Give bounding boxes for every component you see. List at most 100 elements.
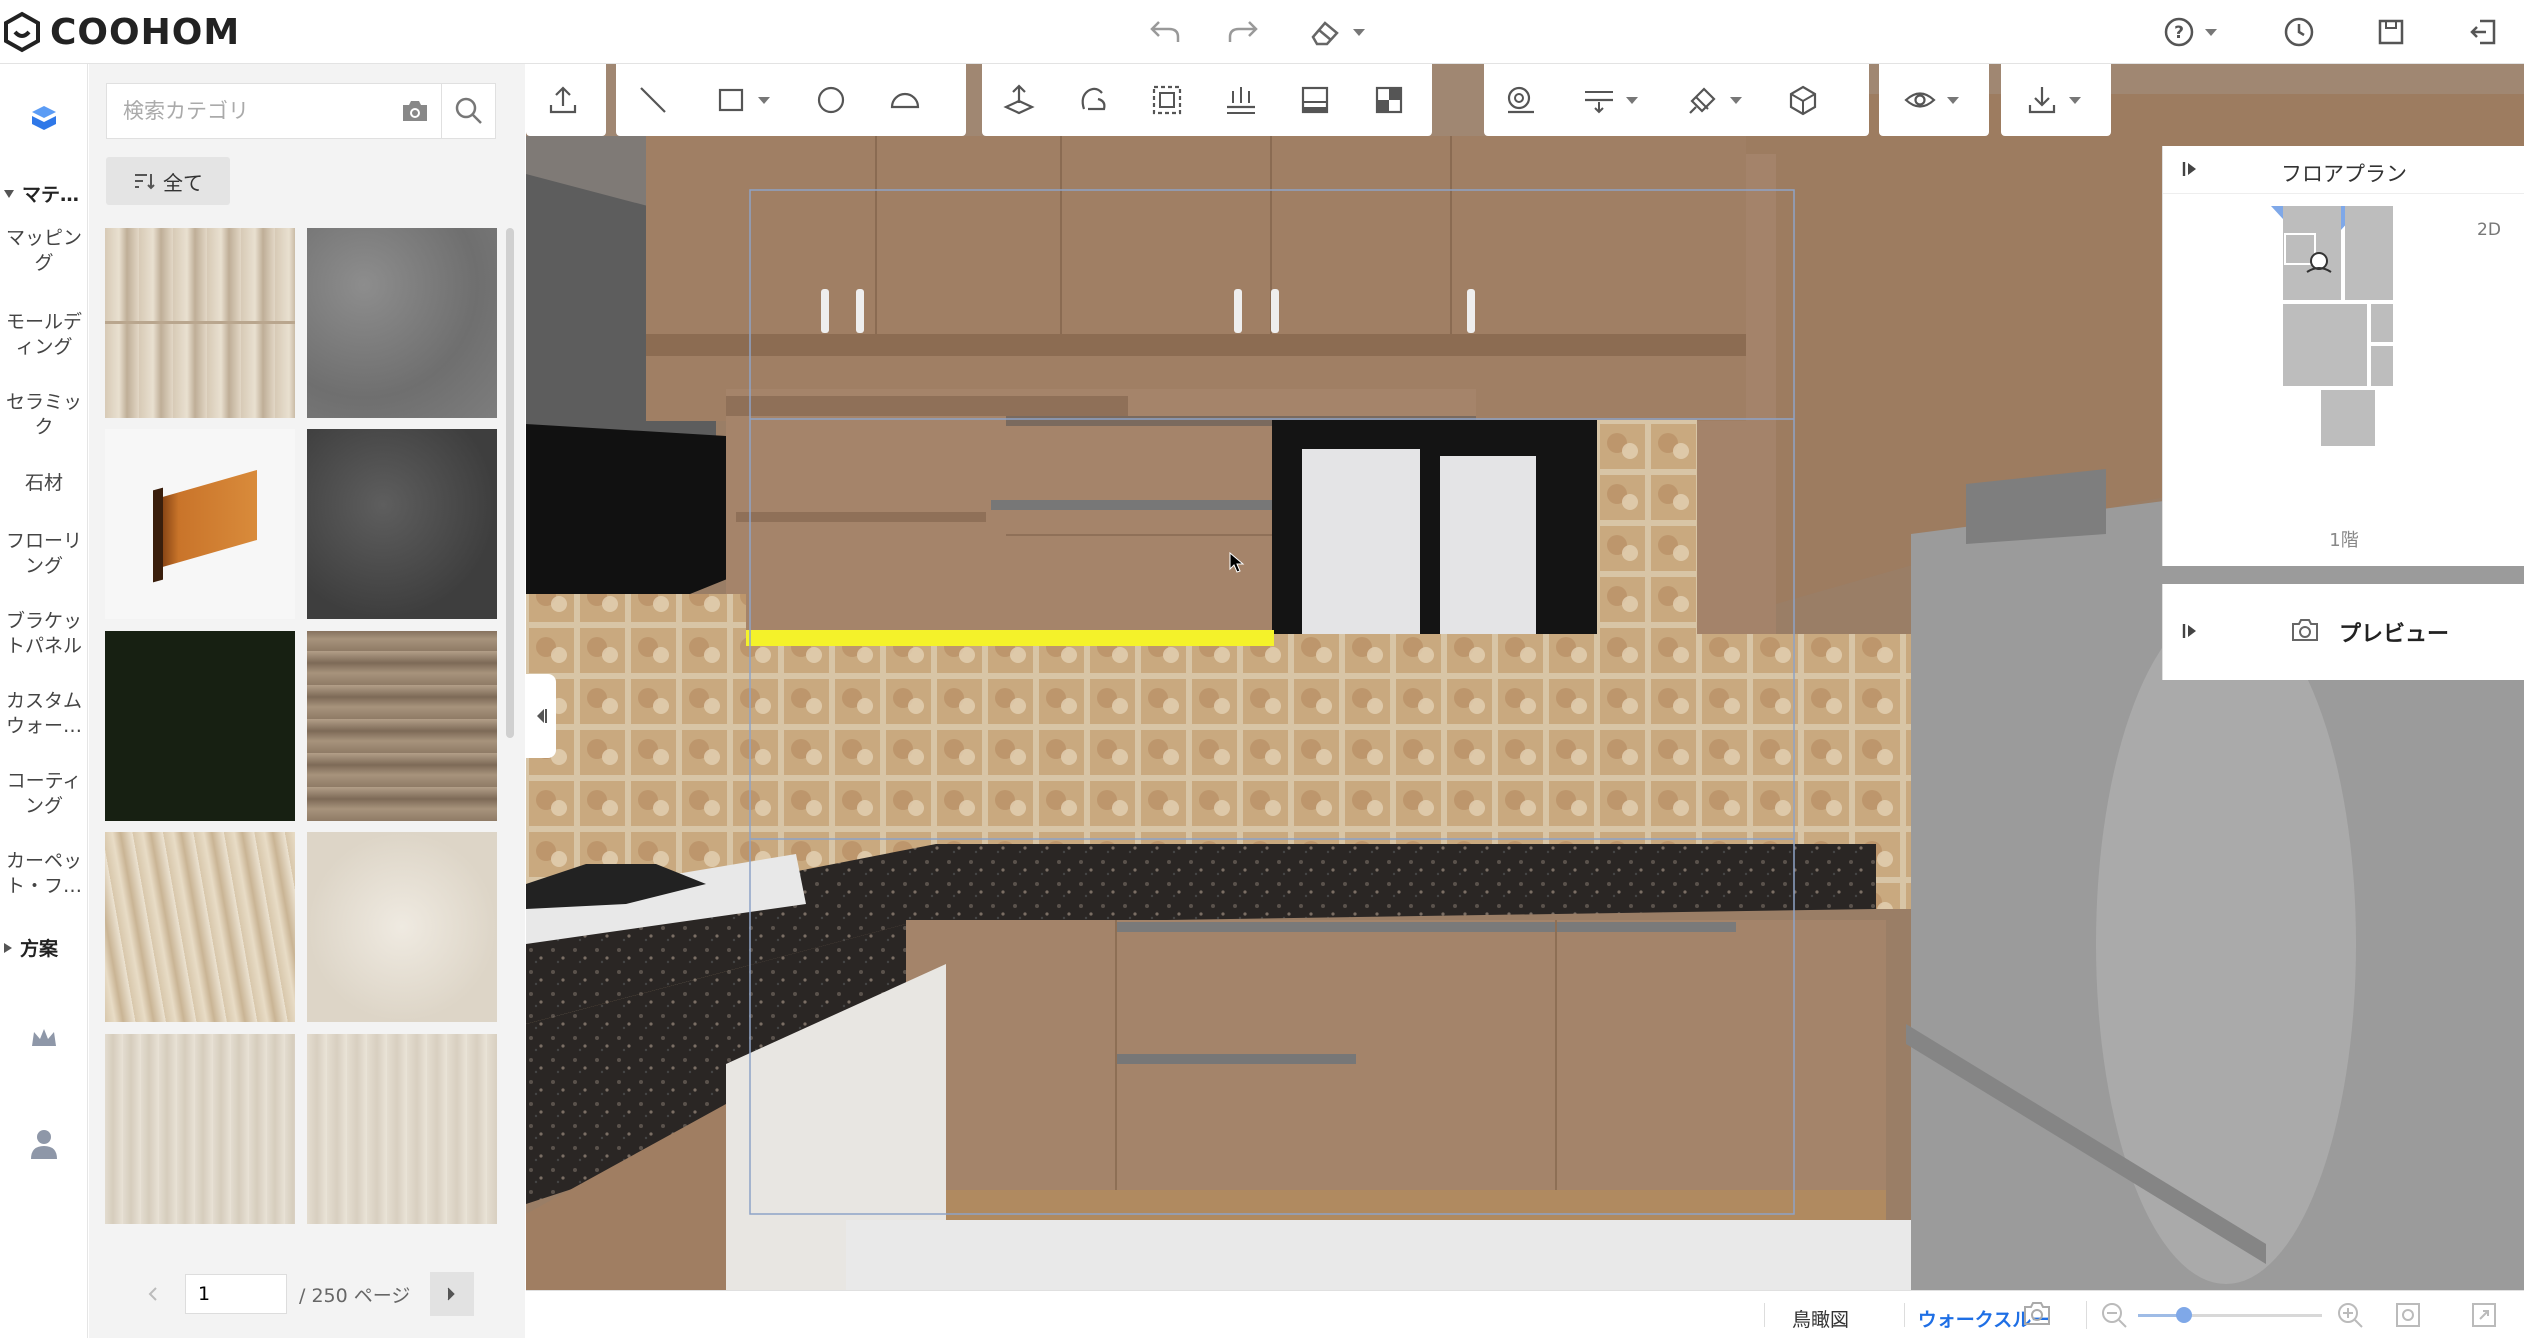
chevron-down-icon: [2069, 96, 2081, 104]
eye-icon[interactable]: [1891, 75, 1971, 125]
floorplan-header: フロアプラン: [2163, 146, 2524, 194]
material-thumb-marble[interactable]: [307, 832, 497, 1022]
search-input[interactable]: [121, 84, 391, 138]
hand-icon[interactable]: [1068, 75, 1118, 125]
svg-text:?: ?: [2174, 23, 2184, 43]
material-thumb-pale-wood[interactable]: [105, 1034, 295, 1224]
sort-icon: [135, 174, 155, 190]
logo-text: COOHOM: [50, 11, 241, 53]
collapse-panel-button[interactable]: [526, 674, 556, 758]
divider: [2086, 1301, 2087, 1329]
zoom-out-icon[interactable]: [2100, 1301, 2130, 1331]
arc-icon[interactable]: [880, 75, 930, 125]
crown-icon[interactable]: [24, 1020, 64, 1056]
camera-settings-icon[interactable]: [2022, 1299, 2056, 1331]
eraser-icon[interactable]: [1302, 14, 1372, 50]
fullscreen-icon[interactable]: [2470, 1301, 2500, 1331]
top-bar: COOHOM ?: [0, 0, 2524, 64]
history-icon[interactable]: [2280, 13, 2318, 51]
rail-materials-head[interactable]: マテ…: [0, 180, 88, 207]
upload-icon[interactable]: [538, 75, 588, 125]
level-icon[interactable]: [1570, 75, 1650, 125]
layout-icon[interactable]: [1290, 75, 1340, 125]
line-icon[interactable]: [628, 75, 678, 125]
search-icon[interactable]: [451, 94, 487, 128]
rail-item-bracket-panel[interactable]: ブラケットパネル: [0, 609, 88, 659]
rail-item-coating[interactable]: コーティング: [0, 769, 88, 819]
lift-icon[interactable]: [994, 75, 1044, 125]
align-icon[interactable]: [1216, 75, 1266, 125]
view-mode-toggle[interactable]: 2D: [2477, 220, 2501, 240]
material-thumb-dark-stone[interactable]: [307, 429, 497, 619]
caret-right-icon: [4, 942, 12, 953]
chevron-left-icon: [148, 1287, 157, 1301]
material-thumb-grey-carpet[interactable]: [307, 228, 497, 418]
material-thumb-molding[interactable]: [105, 429, 295, 619]
logo: COOHOM: [0, 10, 240, 54]
panel-scrollbar[interactable]: [506, 228, 514, 738]
material-thumb-brown-wood[interactable]: [307, 631, 497, 821]
floorplan-title: フロアプラン: [2281, 162, 2407, 186]
toolbar-group-edit: [982, 64, 1432, 136]
save-icon[interactable]: [2372, 13, 2410, 51]
rectangle-icon[interactable]: [702, 75, 782, 125]
page-total: / 250 ページ: [299, 1284, 411, 1307]
floorplan-panel: フロアプラン 2D 1階: [2162, 146, 2524, 566]
pagination: / 250 ページ: [89, 1264, 519, 1324]
birdseye-view-button[interactable]: 鳥瞰図: [1792, 1305, 1849, 1332]
user-icon[interactable]: [24, 1124, 64, 1164]
zoom-fit-icon[interactable]: [2394, 1301, 2424, 1331]
download-icon[interactable]: [2013, 75, 2093, 125]
divider: [1764, 1303, 1765, 1327]
chevron-down-icon: [1626, 96, 1638, 104]
exit-icon[interactable]: [2464, 13, 2502, 51]
camera-icon[interactable]: [399, 96, 431, 126]
floor-label[interactable]: 1階: [2163, 526, 2524, 552]
chevron-down-icon: [1353, 28, 1365, 36]
floorplan-map[interactable]: [2263, 206, 2423, 446]
toolbar-group-upload: [526, 64, 606, 136]
rail-item-custom-wall[interactable]: カスタムウォー…: [0, 689, 88, 739]
rail-item-carpet[interactable]: カーペット・フ…: [0, 849, 88, 899]
help-icon[interactable]: ?: [2155, 13, 2225, 51]
rail-item-molding[interactable]: モールディング: [0, 310, 88, 360]
preview-panel[interactable]: プレビュー: [2162, 584, 2524, 680]
zoom-in-icon[interactable]: [2336, 1301, 2366, 1331]
material-thumb-dark-green[interactable]: [105, 631, 295, 821]
rail-plans-head[interactable]: 方案: [0, 934, 88, 961]
rail-item-mapping[interactable]: マッピング: [0, 226, 88, 276]
measure-icon[interactable]: [1496, 75, 1546, 125]
material-thumb-pale-oak[interactable]: [307, 1034, 497, 1224]
filter-all-button[interactable]: 全て: [106, 157, 230, 205]
circle-icon[interactable]: [806, 75, 856, 125]
select-area-icon[interactable]: [1142, 75, 1192, 125]
camera-icon: [2291, 618, 2321, 646]
chevron-right-icon: [448, 1287, 456, 1301]
paint-icon[interactable]: [1674, 75, 1754, 125]
logo-icon: [4, 11, 40, 53]
next-page-button[interactable]: [430, 1272, 475, 1316]
material-thumb-light-wood[interactable]: [105, 228, 295, 418]
collapse-left-icon: [537, 709, 547, 723]
material-thumb-tan-wood[interactable]: [105, 832, 295, 1022]
rail-item-flooring[interactable]: フローリング: [0, 529, 88, 579]
cube-icon[interactable]: [1778, 75, 1828, 125]
expand-panel-icon[interactable]: [2181, 622, 2203, 642]
toolbar-group-view: [1879, 64, 1989, 136]
panel-icon[interactable]: [1364, 75, 1414, 125]
toolbar-group-measure: [1484, 64, 1869, 136]
rail-item-stone[interactable]: 石材: [0, 471, 88, 496]
rail-item-ceramic[interactable]: セラミック: [0, 390, 88, 440]
cube-stack-icon: [32, 106, 56, 130]
chevron-down-icon: [758, 96, 770, 104]
prev-page-button[interactable]: [133, 1274, 173, 1314]
chevron-down-icon: [1947, 96, 1959, 104]
zoom-slider-handle[interactable]: [2176, 1307, 2192, 1323]
undo-icon[interactable]: [1145, 14, 1185, 50]
chevron-down-icon: [2205, 28, 2217, 36]
cursor-icon: [1229, 552, 1245, 573]
materials-nav-button[interactable]: [20, 94, 68, 142]
redo-icon[interactable]: [1223, 14, 1263, 50]
page-number-input[interactable]: [185, 1274, 287, 1314]
zoom-slider-track[interactable]: [2138, 1307, 2322, 1323]
